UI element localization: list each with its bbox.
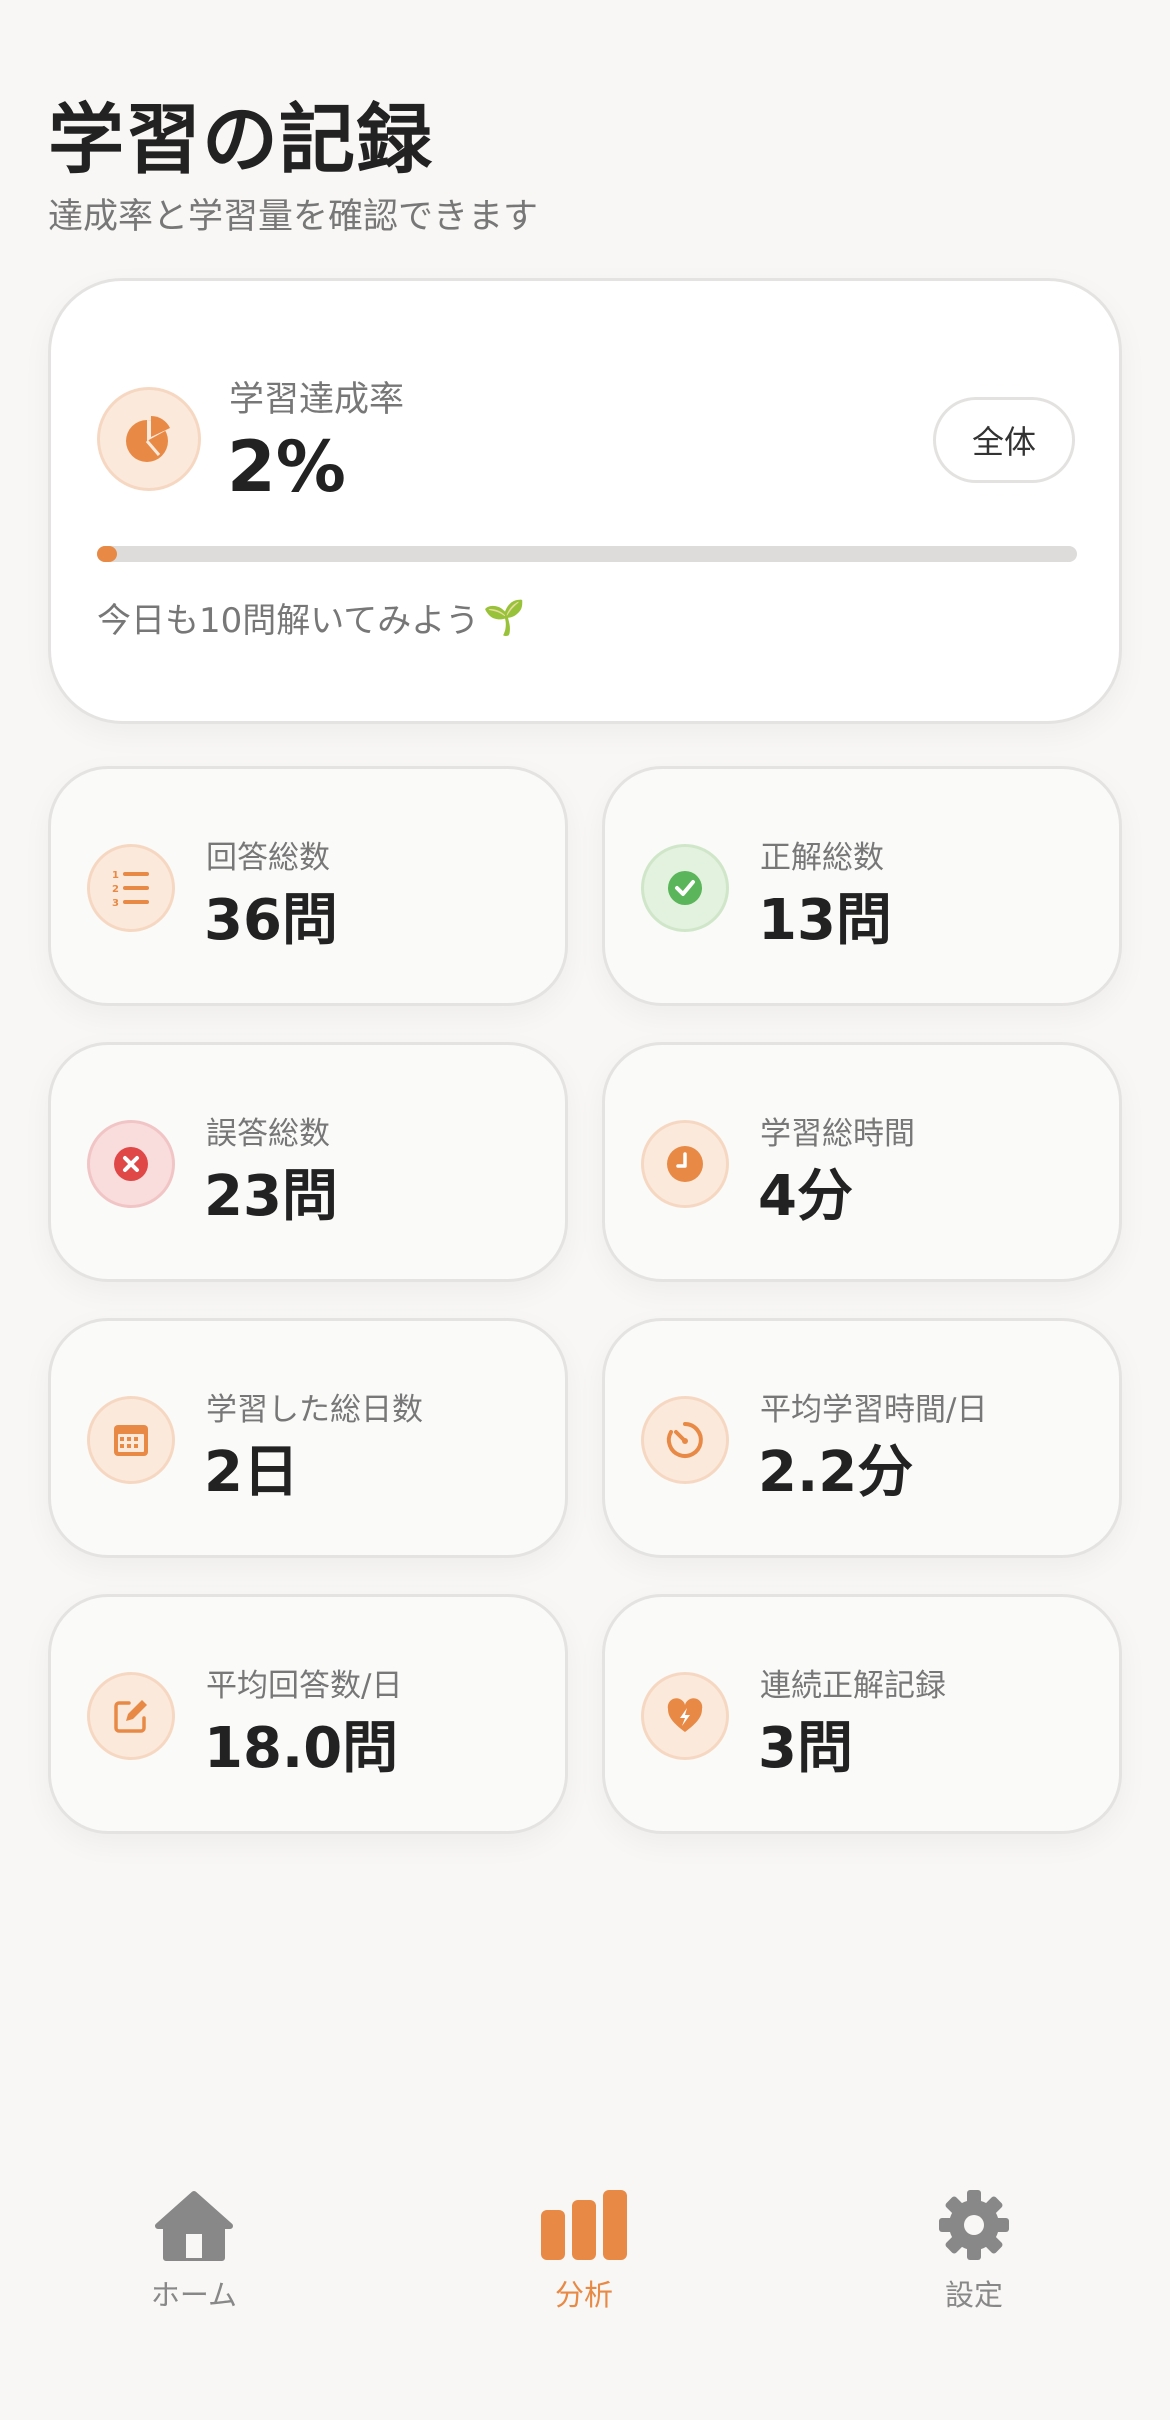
edit-icon (87, 1672, 175, 1760)
stat-card-average-time: 平均学習時間/日 2.2分 (602, 1318, 1122, 1558)
stat-label: 学習した総日数 (206, 1392, 423, 1428)
stat-card-streak: 連続正解記録 3問 (602, 1594, 1122, 1834)
nav-analysis-label: 分析 (554, 2278, 613, 2312)
pie-chart-icon (97, 387, 201, 491)
stat-label: 正解総数 (760, 840, 884, 876)
stat-value: 23問 (204, 1164, 338, 1229)
stat-value: 18.0問 (204, 1716, 399, 1781)
numbered-list-icon: 1 2 3 (87, 844, 175, 932)
svg-text:2: 2 (112, 884, 119, 895)
check-circle-icon (641, 844, 729, 932)
x-circle-icon (87, 1120, 175, 1208)
svg-text:1: 1 (112, 870, 119, 881)
svg-text:3: 3 (112, 898, 119, 909)
stat-value: 3問 (758, 1716, 853, 1781)
stat-value: 13問 (758, 888, 892, 953)
stat-card-average-answers: 平均回答数/日 18.0問 (48, 1594, 568, 1834)
nav-home-label: ホーム (150, 2278, 238, 2312)
stat-card-total-time: 学習総時間 4分 (602, 1042, 1122, 1282)
encouragement-message: 今日も10問解いてみよう 🌱 (97, 593, 526, 642)
stat-label: 誤答総数 (206, 1116, 330, 1152)
sprout-icon: 🌱 (483, 597, 526, 638)
nav-settings[interactable]: 設定 (874, 2188, 1074, 2314)
timer-icon (641, 1396, 729, 1484)
nav-settings-label: 設定 (944, 2278, 1003, 2312)
heart-bolt-icon (641, 1672, 729, 1760)
stat-value: 4分 (758, 1164, 853, 1229)
bar-chart-icon (541, 2190, 627, 2260)
home-icon (155, 2191, 233, 2261)
achievement-card: 学習達成率 2% 全体 今日も10問解いてみよう 🌱 (48, 278, 1122, 724)
stat-label: 連続正解記録 (760, 1668, 946, 1704)
stat-card-total-answers: 1 2 3 回答総数 36問 (48, 766, 568, 1006)
stat-label: 平均学習時間/日 (760, 1392, 988, 1428)
stat-label: 学習総時間 (760, 1116, 915, 1152)
achievement-progress-fill (97, 546, 117, 562)
gear-icon (939, 2190, 1009, 2260)
scope-button[interactable]: 全体 (933, 397, 1075, 483)
clock-icon (641, 1120, 729, 1208)
achievement-value: 2% (227, 426, 346, 508)
nav-home[interactable]: ホーム (94, 2188, 294, 2314)
stat-value: 36問 (204, 888, 338, 953)
stat-label: 平均回答数/日 (206, 1668, 403, 1704)
stat-card-total-days: 学習した総日数 2日 (48, 1318, 568, 1558)
calendar-icon (87, 1396, 175, 1484)
nav-analysis[interactable]: 分析 (484, 2188, 684, 2314)
stat-label: 回答総数 (206, 840, 330, 876)
stat-card-wrong-answers: 誤答総数 23問 (48, 1042, 568, 1282)
page-subtitle: 達成率と学習量を確認できます (48, 197, 539, 237)
achievement-label: 学習達成率 (229, 380, 405, 420)
page-title: 学習の記録 (48, 95, 433, 184)
stat-value: 2日 (204, 1440, 299, 1505)
encouragement-text: 今日も10問解いてみよう (97, 601, 480, 641)
stat-card-correct-answers: 正解総数 13問 (602, 766, 1122, 1006)
achievement-progress-bar (97, 546, 1077, 562)
stat-value: 2.2分 (758, 1440, 914, 1505)
